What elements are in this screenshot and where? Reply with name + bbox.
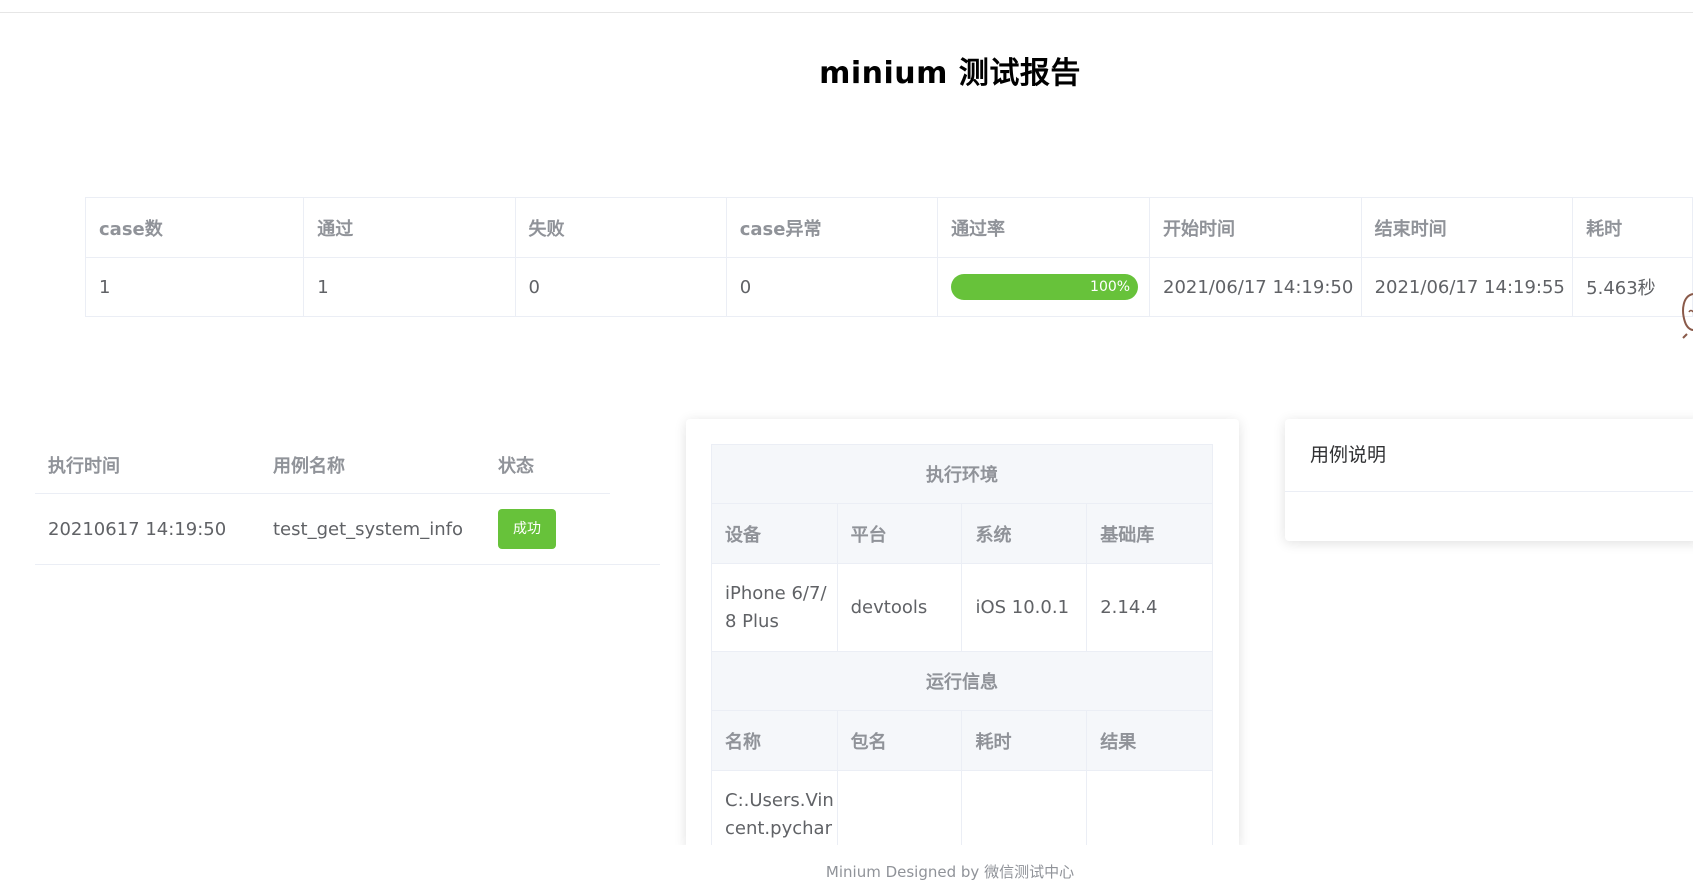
top-divider <box>0 12 1693 13</box>
summary-end-time: 2021/06/17 14:19:55 <box>1360 257 1574 317</box>
pass-rate-progress-bar: 100% <box>951 274 1139 300</box>
env-device: iPhone 6/7/8 Plus <box>711 563 838 652</box>
footer: Minium Designed by 微信测试中心 <box>0 845 1693 889</box>
case-list-header-status: 状态 <box>498 456 534 477</box>
summary-value-row: 1 1 0 0 100% 2021/06/17 14:19:50 2021/06… <box>84 257 1693 317</box>
run-package <box>836 770 963 849</box>
env-sdk: 2.14.4 <box>1086 563 1213 652</box>
summary-table: case数 通过 失败 case异常 通过率 开始时间 结束时间 耗时 1 1 … <box>84 197 1693 317</box>
env-header-device: 设备 <box>711 503 838 564</box>
run-name: C:.Users.Vincent.pychar <box>711 770 838 849</box>
summary-header-failed: 失败 <box>514 197 727 258</box>
case-list: 执行时间 用例名称 状态 20210617 14:19:50 test_get_… <box>35 437 660 565</box>
summary-header-end-time: 结束时间 <box>1360 197 1574 258</box>
summary-header-passed: 通过 <box>303 197 516 258</box>
summary-header-case-count: case数 <box>84 197 305 258</box>
case-list-header-name: 用例名称 <box>273 456 345 477</box>
env-header-platform: 平台 <box>836 503 963 564</box>
case-list-header: 执行时间 用例名称 状态 <box>35 437 610 494</box>
environment-table: 执行环境 设备 平台 系统 基础库 iPhone 6/7/8 Plus devt… <box>711 444 1213 849</box>
description-title: 用例说明 <box>1285 419 1693 492</box>
env-header-system: 系统 <box>961 503 1088 564</box>
run-duration <box>961 770 1088 849</box>
summary-header-duration: 耗时 <box>1572 197 1693 258</box>
run-header-name: 名称 <box>711 710 838 771</box>
run-header-package: 包名 <box>836 710 963 771</box>
summary-error: 0 <box>725 257 939 317</box>
case-name[interactable]: test_get_system_info <box>260 519 485 540</box>
run-result <box>1086 770 1213 849</box>
env-header-sdk: 基础库 <box>1086 503 1213 564</box>
environment-card: 执行环境 设备 平台 系统 基础库 iPhone 6/7/8 Plus devt… <box>686 419 1239 849</box>
summary-header-error: case异常 <box>725 197 939 258</box>
summary-start-time: 2021/06/17 14:19:50 <box>1149 257 1362 317</box>
case-list-header-time: 执行时间 <box>48 456 120 477</box>
footer-text: Minium Designed by 微信测试中心 <box>825 863 1075 881</box>
run-header-result: 结果 <box>1086 710 1213 771</box>
run-info-section-title: 运行信息 <box>711 651 1213 711</box>
summary-failed: 0 <box>514 257 727 317</box>
env-system: iOS 10.0.1 <box>961 563 1088 652</box>
summary-header-pass-rate: 通过率 <box>937 197 1150 258</box>
page-title: minium 测试报告 <box>819 56 1081 91</box>
environment-section-title: 执行环境 <box>711 444 1213 504</box>
summary-passed: 1 <box>303 257 516 317</box>
env-platform: devtools <box>836 563 963 652</box>
status-badge-success[interactable]: 成功 <box>498 509 556 549</box>
run-header-duration: 耗时 <box>961 710 1088 771</box>
summary-duration: 5.463秒 <box>1572 257 1693 317</box>
summary-case-count: 1 <box>84 257 305 317</box>
mascot-icon[interactable] <box>1681 282 1693 362</box>
case-status-cell: 成功 <box>485 509 556 549</box>
case-list-row[interactable]: 20210617 14:19:50 test_get_system_info 成… <box>35 494 660 565</box>
description-card: 用例说明 <box>1285 419 1693 541</box>
summary-pass-rate-cell: 100% <box>937 257 1150 317</box>
summary-header-start-time: 开始时间 <box>1149 197 1362 258</box>
pass-rate-label: 100% <box>1090 279 1131 295</box>
summary-header-row: case数 通过 失败 case异常 通过率 开始时间 结束时间 耗时 <box>84 197 1693 258</box>
case-time: 20210617 14:19:50 <box>48 518 227 540</box>
